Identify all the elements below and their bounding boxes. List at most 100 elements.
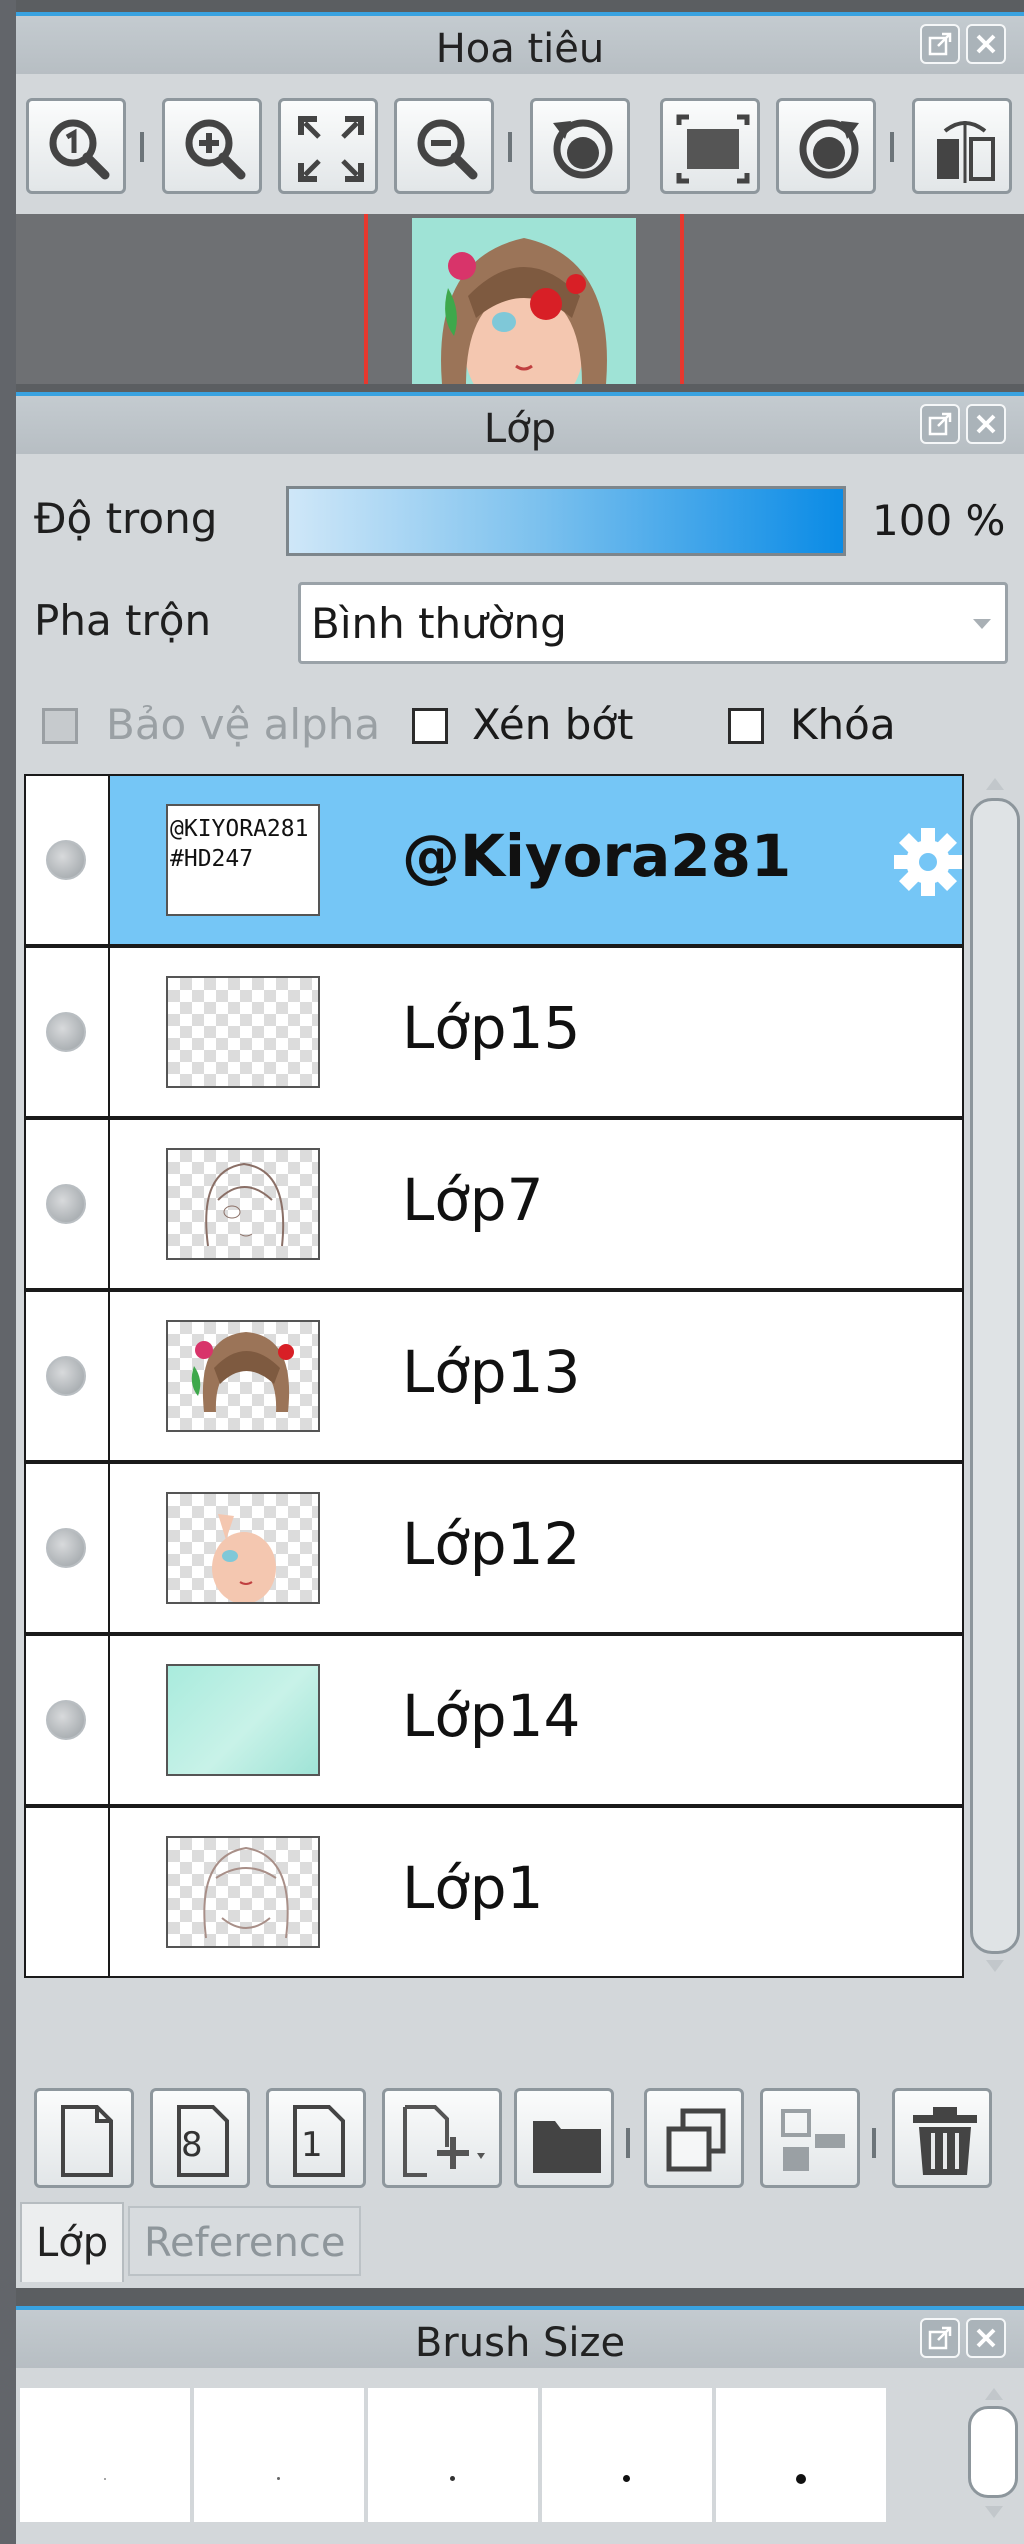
canvas-thumbnail (412, 218, 636, 384)
visibility-toggle[interactable] (26, 948, 110, 1116)
layer-name: Lớp1 (402, 1854, 544, 1922)
detach-icon[interactable] (920, 24, 960, 64)
left-edge-strip (0, 0, 16, 2544)
layer-list: @KIYORA281 #HD247 @Kiyora281 Lớp15 Lớp7 … (24, 774, 964, 1978)
brush-size-option[interactable] (716, 2388, 886, 2522)
toolbar-separator (626, 2128, 630, 2158)
thumb-text-line: @KIYORA281 (170, 816, 309, 842)
gear-icon[interactable] (892, 826, 964, 898)
visibility-toggle[interactable] (26, 1464, 110, 1632)
visibility-toggle[interactable] (26, 776, 110, 944)
brush-size-list (16, 2368, 1024, 2544)
visibility-toggle[interactable] (26, 1636, 110, 1804)
new-layer-button[interactable] (34, 2088, 134, 2188)
visibility-toggle[interactable] (26, 1292, 110, 1460)
zoom-out-icon[interactable] (394, 98, 494, 194)
duplicate-layer-button[interactable] (644, 2088, 744, 2188)
rotate-left-icon[interactable] (530, 98, 630, 194)
visibility-toggle[interactable] (26, 1120, 110, 1288)
scroll-thumb[interactable] (968, 2406, 1018, 2498)
rotate-reset-icon[interactable] (660, 98, 760, 194)
layer-panel: Lớp Độ trong 100 % Pha trộn Bình thường … (16, 392, 1024, 2288)
scroll-up-icon[interactable] (986, 778, 1004, 790)
layer-row[interactable]: Lớp12 (24, 1462, 964, 1634)
zoom-actual-icon[interactable] (26, 98, 126, 194)
merge-down-button[interactable] (760, 2088, 860, 2188)
tab-layer[interactable]: Lớp (20, 2202, 125, 2282)
lock-label: Khóa (790, 700, 896, 749)
brush-dot (277, 2477, 280, 2480)
detach-icon[interactable] (920, 404, 960, 444)
toolbar-separator (890, 132, 894, 162)
layer-thumbnail: @KIYORA281 #HD247 (166, 804, 320, 916)
layer-body[interactable]: Lớp1 (110, 1808, 962, 1976)
navigator-toolbar (16, 74, 1024, 214)
layer-body[interactable]: @KIYORA281 #HD247 @Kiyora281 (110, 776, 962, 944)
flip-horizontal-icon[interactable] (912, 98, 1012, 194)
clipping-checkbox[interactable] (412, 708, 448, 744)
brush-dot (796, 2474, 806, 2484)
brush-dot (104, 2478, 106, 2480)
new-8bit-layer-label: 8 (181, 2125, 203, 2165)
brush-size-title: Brush Size (414, 2320, 626, 2366)
close-icon[interactable] (966, 24, 1006, 64)
scroll-up-icon[interactable] (985, 2388, 1003, 2400)
layer-thumbnail (166, 1492, 320, 1604)
delete-layer-button[interactable] (892, 2088, 992, 2188)
brush-size-option[interactable] (368, 2388, 538, 2522)
rotate-right-icon[interactable] (776, 98, 876, 194)
visibility-dot-icon (46, 1528, 86, 1568)
thumb-text-line: #HD247 (170, 846, 254, 872)
layer-thumbnail (166, 1320, 320, 1432)
visibility-dot-icon (46, 1356, 86, 1396)
brush-size-scrollbar[interactable] (966, 2388, 1022, 2522)
scroll-down-icon[interactable] (986, 1960, 1004, 1972)
layer-toolbar: 8 1 (16, 2088, 1024, 2218)
new-1bit-layer-button[interactable]: 1 (266, 2088, 366, 2188)
scroll-down-icon[interactable] (985, 2506, 1003, 2518)
brush-size-option[interactable] (542, 2388, 712, 2522)
layer-name: @Kiyora281 (402, 822, 792, 890)
visibility-toggle[interactable] (26, 1808, 110, 1976)
layer-thumbnail (166, 1148, 320, 1260)
new-folder-button[interactable] (514, 2088, 614, 2188)
visibility-dot-icon (46, 1184, 86, 1224)
detach-icon[interactable] (920, 2318, 960, 2358)
layer-row[interactable]: Lớp1 (24, 1806, 964, 1978)
layer-row[interactable]: Lớp15 (24, 946, 964, 1118)
tab-reference[interactable]: Reference (128, 2206, 362, 2276)
new-1bit-layer-label: 1 (301, 2125, 323, 2165)
visibility-dot-icon (46, 1012, 86, 1052)
new-8bit-layer-button[interactable]: 8 (150, 2088, 250, 2188)
layer-row[interactable]: Lớp7 (24, 1118, 964, 1290)
lock-checkbox[interactable] (728, 708, 764, 744)
protect-alpha-checkbox[interactable] (42, 708, 78, 744)
navigator-preview[interactable] (16, 214, 1024, 384)
opacity-value: 100 % (872, 496, 1006, 545)
toolbar-separator (508, 132, 512, 162)
opacity-slider[interactable] (286, 486, 846, 556)
fit-window-icon[interactable] (278, 98, 378, 194)
layer-row[interactable]: @KIYORA281 #HD247 @Kiyora281 (24, 774, 964, 946)
close-icon[interactable] (966, 404, 1006, 444)
blend-mode-select[interactable]: Bình thường (298, 582, 1008, 664)
layer-row[interactable]: Lớp13 (24, 1290, 964, 1462)
layer-name: Lớp7 (402, 1166, 544, 1234)
layer-row[interactable]: Lớp14 (24, 1634, 964, 1806)
add-layer-dropdown-button[interactable] (382, 2088, 502, 2188)
brush-size-option[interactable] (194, 2388, 364, 2522)
layer-thumbnail (166, 976, 320, 1088)
layer-list-scrollbar[interactable] (966, 774, 1024, 1978)
layer-body[interactable]: Lớp13 (110, 1292, 962, 1460)
zoom-in-icon[interactable] (162, 98, 262, 194)
close-icon[interactable] (966, 2318, 1006, 2358)
navigator-header: Hoa tiêu (16, 12, 1024, 74)
navigator-panel: Hoa tiêu (16, 12, 1024, 384)
layer-body[interactable]: Lớp14 (110, 1636, 962, 1804)
layer-body[interactable]: Lớp7 (110, 1120, 962, 1288)
scroll-thumb[interactable] (970, 798, 1020, 1954)
brush-size-option[interactable] (20, 2388, 190, 2522)
layer-body[interactable]: Lớp15 (110, 948, 962, 1116)
layer-body[interactable]: Lớp12 (110, 1464, 962, 1632)
layer-thumbnail (166, 1664, 320, 1776)
